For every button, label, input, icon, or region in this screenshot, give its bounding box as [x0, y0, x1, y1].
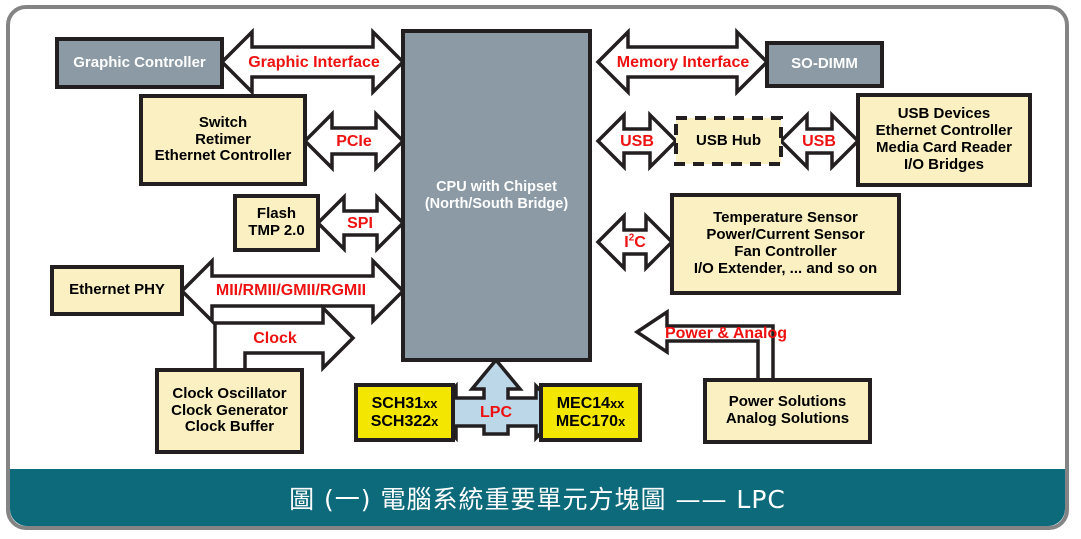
footer-caption: 圖 (一) 電腦系統重要單元方塊圖 —— LPC — [289, 484, 786, 514]
box-power-solutions — [703, 378, 872, 444]
block-diagram-svg — [50, 27, 1032, 454]
arrow-graphic-interface — [219, 27, 406, 97]
arrow-memory-interface — [595, 27, 770, 97]
box-cpu-chipset — [401, 29, 592, 362]
arrow-i2c — [595, 211, 675, 273]
box-sch-parts — [354, 383, 455, 442]
box-switch-retimer — [139, 94, 307, 186]
arrow-clock — [213, 303, 356, 374]
arrow-usb-right — [778, 110, 861, 172]
box-clock-sources — [155, 368, 304, 454]
box-graphic-controller — [55, 37, 224, 89]
arrow-pcie — [302, 109, 406, 173]
arrow-spi — [315, 192, 406, 254]
arrow-usb-left — [595, 110, 679, 172]
box-so-dimm — [765, 41, 884, 88]
arrow-power-analog — [633, 308, 775, 382]
footer-bar: 圖 (一) 電腦系統重要單元方塊圖 —— LPC — [10, 469, 1065, 526]
box-ethernet-phy — [50, 265, 184, 316]
box-sensors — [670, 193, 901, 295]
box-flash-tmp — [233, 194, 320, 252]
box-usb-devices — [856, 93, 1032, 187]
box-mec-parts — [539, 383, 642, 442]
arrow-mii-rmii-gmii-rgmii — [179, 256, 406, 326]
box-usb-hub — [674, 116, 783, 166]
diagram-canvas: Graphic Controller Switch Retimer Ethern… — [0, 0, 1081, 539]
